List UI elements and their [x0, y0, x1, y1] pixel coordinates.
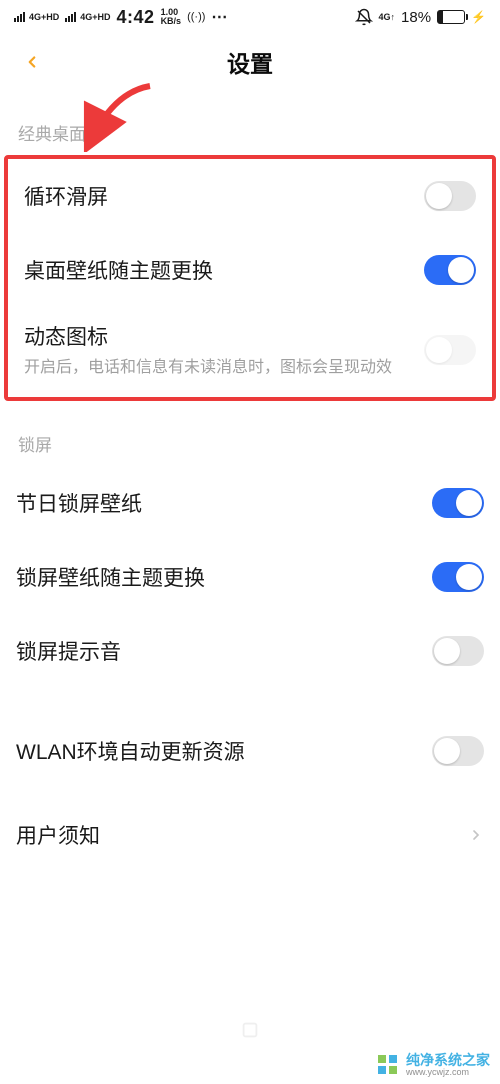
battery-percent: 18% [401, 9, 431, 26]
toggle-loop-scroll[interactable] [424, 181, 476, 211]
chevron-right-icon [468, 827, 484, 843]
row-label: 桌面壁纸随主题更换 [24, 255, 414, 285]
section-lock-label: 锁屏 [0, 401, 500, 466]
charging-icon: ⚡ [471, 10, 486, 24]
settings-row-wallpaper-theme[interactable]: 桌面壁纸随主题更换 [8, 233, 492, 307]
signal-1: 4G+HD [14, 12, 59, 22]
toggle-lock-sound[interactable] [432, 636, 484, 666]
row-subtext: 开启后，电话和信息有未读消息时，图标会呈现动效 [24, 357, 414, 379]
row-label: 锁屏提示音 [16, 636, 422, 666]
net-label-icon: 4G↑ [379, 13, 396, 22]
signal-2: 4G+HD [65, 12, 110, 22]
toggle-wlan-update[interactable] [432, 736, 484, 766]
toggle-festival-lock[interactable] [432, 488, 484, 518]
page-header: 设置 [0, 34, 500, 90]
more-icon: ⋯ [211, 7, 227, 27]
row-label: 锁屏壁纸随主题更换 [16, 562, 422, 592]
row-label: WLAN环境自动更新资源 [16, 736, 422, 766]
settings-row-user-notice[interactable]: 用户须知 [0, 798, 500, 872]
settings-row-lock-sound[interactable]: 锁屏提示音 [0, 614, 500, 688]
hotspot-icon: ((·)) [187, 11, 205, 23]
settings-row-loop-scroll[interactable]: 循环滑屏 [8, 159, 492, 233]
toggle-lock-theme[interactable] [432, 562, 484, 592]
nav-bar-hint [0, 1016, 500, 1044]
settings-row-lock-theme[interactable]: 锁屏壁纸随主题更换 [0, 540, 500, 614]
section-classic-label: 经典桌面 [0, 90, 500, 155]
settings-row-festival-lock[interactable]: 节日锁屏壁纸 [0, 466, 500, 540]
row-label: 动态图标 [24, 321, 414, 351]
watermark: 纯净系统之家 www.ycwjz.com [376, 1053, 490, 1078]
toggle-dynamic-icon[interactable] [424, 335, 476, 365]
battery-icon [437, 10, 465, 24]
page-title: 设置 [0, 45, 500, 79]
row-label: 用户须知 [16, 820, 458, 850]
status-bar: 4G+HD 4G+HD 4:42 1.00 KB/s ((·)) ⋯ 4G↑ 1… [0, 0, 500, 34]
net-speed: 1.00 KB/s [161, 8, 182, 26]
settings-row-dynamic-icon[interactable]: 动态图标 开启后，电话和信息有未读消息时，图标会呈现动效 [8, 307, 492, 397]
toggle-wallpaper-theme[interactable] [424, 255, 476, 285]
row-label: 节日锁屏壁纸 [16, 488, 422, 518]
row-label: 循环滑屏 [24, 181, 414, 211]
bell-off-icon [355, 8, 373, 26]
watermark-url: www.ycwjz.com [406, 1068, 490, 1078]
settings-row-wlan-update[interactable]: WLAN环境自动更新资源 [0, 714, 500, 788]
watermark-title: 纯净系统之家 [406, 1053, 490, 1068]
highlight-box: 循环滑屏 桌面壁纸随主题更换 动态图标 开启后，电话和信息有未读消息时，图标会呈… [4, 155, 496, 401]
watermark-logo-icon [376, 1053, 400, 1077]
clock: 4:42 [117, 7, 155, 28]
